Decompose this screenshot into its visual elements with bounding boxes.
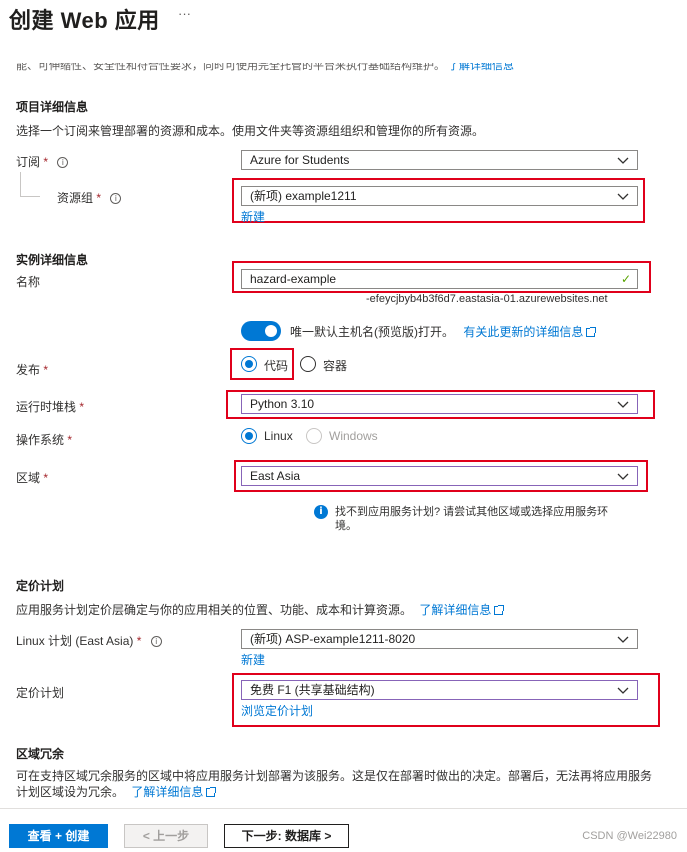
name-input-value: hazard-example — [250, 272, 337, 286]
previous-button[interactable]: < 上一步 — [124, 824, 208, 848]
chevron-down-icon — [617, 636, 629, 643]
info-icon[interactable]: i — [110, 193, 122, 205]
required-mark: * — [43, 363, 49, 377]
intro-text: 能、可伸缩性、安全性和符合性要求，同时可使用完全托管的平台来执行基础结构维护。 — [16, 63, 445, 72]
name-input[interactable]: hazard-example ✓ — [241, 269, 638, 289]
os-label: 操作系统 * — [16, 431, 72, 448]
zone-redundancy-description: 可在支持区域冗余服务的区域中将应用服务计划部署为该服务。这是仅在部署时做出的决定… — [16, 768, 656, 800]
chevron-down-icon — [617, 193, 629, 200]
publish-code-radio[interactable] — [241, 356, 257, 372]
info-icon[interactable]: i — [57, 157, 69, 169]
pricing-heading: 定价计划 — [16, 579, 65, 593]
name-label: 名称 — [16, 275, 41, 289]
project-details-heading: 项目详细信息 — [16, 100, 89, 114]
chevron-down-icon — [617, 473, 629, 480]
more-options-button[interactable]: ··· — [178, 6, 191, 21]
region-value: East Asia — [250, 469, 301, 483]
checkmark-icon: ✓ — [620, 272, 631, 286]
review-create-button[interactable]: 查看 + 创建 — [9, 824, 108, 848]
footer-divider — [0, 808, 687, 809]
region-label-text: 区域 — [16, 471, 41, 485]
required-mark: * — [43, 155, 49, 169]
chevron-down-icon — [617, 687, 629, 694]
pricing-description-row: 应用服务计划定价层确定与你的应用相关的位置、功能、成本和计算资源。 了解详细信息 — [16, 601, 505, 618]
region-select[interactable]: East Asia — [241, 466, 638, 486]
resource-group-label: 资源组 * i — [57, 189, 122, 206]
zone-learn-more-link[interactable]: 了解详细信息 — [131, 785, 203, 799]
publish-label: 发布 * — [16, 361, 48, 378]
instance-details-heading: 实例详细信息 — [16, 253, 89, 267]
region-info-text: 找不到应用服务计划? 请尝试其他区域或选择应用服务环境。 — [335, 506, 609, 532]
required-mark: * — [67, 433, 73, 447]
price-plan-select[interactable]: 免费 F1 (共享基础结构) — [241, 680, 638, 700]
subscription-label-text: 订阅 — [16, 155, 41, 169]
unique-hostname-text: 唯一默认主机名(预览版)打开。 — [290, 325, 454, 339]
subscription-label: 订阅 * i — [16, 153, 69, 170]
browse-pricing-link[interactable]: 浏览定价计划 — [241, 702, 313, 719]
resource-group-label-text: 资源组 — [57, 191, 94, 205]
external-link-icon — [586, 327, 597, 338]
project-details-description: 选择一个订阅来管理部署的资源和成本。使用文件夹等资源组组织和管理你的所有资源。 — [16, 124, 485, 138]
os-linux-label: Linux — [264, 429, 293, 443]
zone-redundancy-heading: 区域冗余 — [16, 747, 65, 761]
runtime-select[interactable]: Python 3.10 — [241, 394, 638, 414]
intro-text-clipped: 能、可伸缩性、安全性和符合性要求，同时可使用完全托管的平台来执行基础结构维护。 … — [16, 63, 576, 75]
tree-connector-vertical — [20, 172, 21, 196]
linux-plan-value: (新项) ASP-example1211-8020 — [250, 632, 416, 646]
price-plan-label: 定价计划 — [16, 686, 65, 700]
subscription-value: Azure for Students — [250, 153, 350, 167]
domain-suffix: -efeycjbyb4b3f6d7.eastasia-01.azurewebsi… — [366, 293, 608, 305]
os-label-text: 操作系统 — [16, 433, 65, 447]
zone-description-line2: 计划区域设为冗余。 — [16, 785, 125, 799]
resource-group-select[interactable]: (新项) example1211 — [241, 186, 638, 206]
next-database-button[interactable]: 下一步: 数据库 > — [224, 824, 349, 848]
subscription-select[interactable]: Azure for Students — [241, 150, 638, 170]
linux-plan-label-text: Linux 计划 (East Asia) — [16, 634, 134, 648]
linux-plan-label: Linux 计划 (East Asia) * i — [16, 632, 162, 649]
linux-plan-new-link[interactable]: 新建 — [241, 651, 265, 668]
resource-group-new-link[interactable]: 新建 — [241, 208, 265, 225]
required-mark: * — [79, 400, 85, 414]
resource-group-value: (新项) example1211 — [250, 189, 357, 203]
price-plan-value: 免费 F1 (共享基础结构) — [250, 683, 375, 697]
watermark: CSDN @Wei22980 — [582, 830, 677, 842]
unique-hostname-toggle[interactable] — [241, 321, 281, 341]
os-windows-label: Windows — [329, 429, 378, 443]
pricing-description: 应用服务计划定价层确定与你的应用相关的位置、功能、成本和计算资源。 — [16, 603, 413, 617]
page-title: 创建 Web 应用 — [9, 8, 160, 33]
publish-container-label: 容器 — [323, 359, 348, 373]
intro-learn-more-link[interactable]: 了解详细信息 — [448, 63, 514, 72]
region-label: 区域 * — [16, 469, 48, 486]
info-icon[interactable]: i — [150, 636, 162, 648]
runtime-label: 运行时堆栈 * — [16, 398, 84, 415]
zone-description-line1: 可在支持区域冗余服务的区域中将应用服务计划部署为该服务。这是仅在部署时做出的决定… — [16, 769, 653, 783]
info-circle-icon: i — [314, 505, 328, 519]
publish-label-text: 发布 — [16, 363, 41, 377]
unique-hostname-row: 唯一默认主机名(预览版)打开。 有关此更新的详细信息 — [290, 323, 597, 340]
chevron-down-icon — [617, 157, 629, 164]
runtime-label-text: 运行时堆栈 — [16, 400, 77, 414]
os-windows-radio[interactable] — [306, 428, 322, 444]
unique-hostname-link[interactable]: 有关此更新的详细信息 — [463, 325, 583, 339]
publish-container-radio[interactable] — [300, 356, 316, 372]
runtime-value: Python 3.10 — [250, 397, 315, 411]
pricing-learn-more-link[interactable]: 了解详细信息 — [419, 603, 491, 617]
tree-connector-horizontal — [20, 196, 40, 197]
external-link-icon — [206, 787, 217, 798]
chevron-down-icon — [617, 401, 629, 408]
external-link-icon — [494, 605, 505, 616]
publish-code-label: 代码 — [264, 359, 289, 373]
required-mark: * — [43, 471, 49, 485]
required-mark: * — [96, 191, 102, 205]
required-mark: * — [136, 634, 142, 648]
os-linux-radio[interactable] — [241, 428, 257, 444]
linux-plan-select[interactable]: (新项) ASP-example1211-8020 — [241, 629, 638, 649]
